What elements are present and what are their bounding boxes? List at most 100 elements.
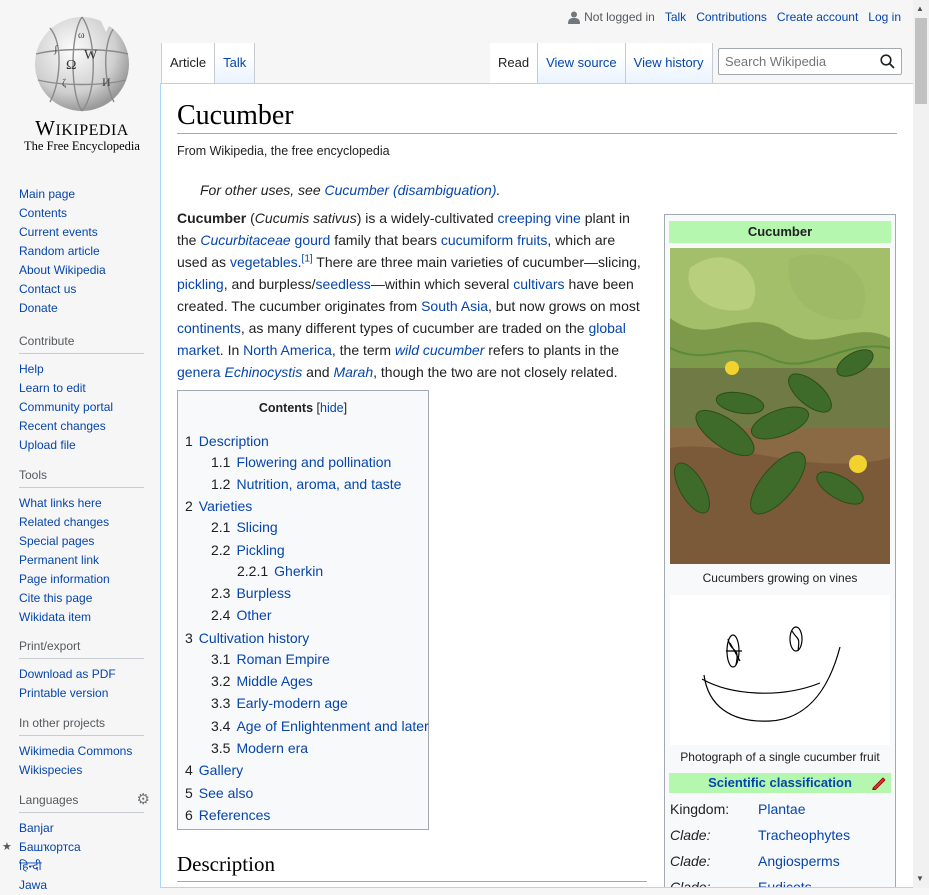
sidebar-item-permanent-link[interactable]: Permanent link <box>19 551 144 570</box>
toc-hide-toggle[interactable]: hide <box>320 401 344 415</box>
toc-item[interactable]: 1 Description <box>185 433 269 449</box>
toc-number: 6 <box>185 807 193 823</box>
toc-item[interactable]: 3.5 Modern era <box>211 740 308 756</box>
not-logged-in-text: Not logged in <box>584 10 655 24</box>
search-input[interactable] <box>719 49 881 74</box>
toc-number: 3.3 <box>211 695 231 711</box>
page-scrollbar[interactable] <box>913 0 929 888</box>
toc-item[interactable]: 2.4 Other <box>211 607 271 623</box>
toc-label: Early-modern age <box>236 695 348 711</box>
sidebar-item-page-information[interactable]: Page information <box>19 570 144 589</box>
sidebar-item-contact[interactable]: Contact us <box>19 280 144 299</box>
scrollbar-thumb[interactable] <box>915 18 927 104</box>
personal-tools: Not logged in Talk Contributions Create … <box>568 10 901 24</box>
logo-tagline: The Free Encyclopedia <box>24 139 140 153</box>
edit-pencil-icon[interactable] <box>871 776 887 790</box>
tab-read[interactable]: Read <box>490 43 539 83</box>
tab-view-history[interactable]: View history <box>625 43 713 83</box>
link-genera[interactable]: genera <box>177 364 221 380</box>
toc-item[interactable]: 2 Varieties <box>185 498 252 514</box>
sidebar-item-recent-changes[interactable]: Recent changes <box>19 417 144 436</box>
lang-item[interactable]: Banjar <box>19 819 144 838</box>
text: family that bears <box>330 232 441 248</box>
sidebar-item-commons[interactable]: Wikimedia Commons <box>19 742 144 761</box>
create-account-link[interactable]: Create account <box>777 10 858 24</box>
sidebar-item-learn-to-edit[interactable]: Learn to edit <box>19 379 144 398</box>
user-talk-link[interactable]: Talk <box>665 10 686 24</box>
link-seedless[interactable]: seedless <box>316 276 371 292</box>
link-gourd[interactable]: gourd <box>295 232 331 248</box>
toc-item[interactable]: 3.3 Early-modern age <box>211 695 348 711</box>
sidebar-item-contents[interactable]: Contents <box>19 204 144 223</box>
sidebar-item-current-events[interactable]: Current events <box>19 223 144 242</box>
link-echinocystis[interactable]: Echinocystis <box>224 364 302 380</box>
contributions-link[interactable]: Contributions <box>696 10 767 24</box>
tab-view-source[interactable]: View source <box>538 43 626 83</box>
link-cucurbitaceae[interactable]: Cucurbitaceae <box>200 232 290 248</box>
gear-icon[interactable]: ⚙ <box>137 790 150 808</box>
link-creeping-vine[interactable]: creeping vine <box>498 210 581 226</box>
toc-item[interactable]: 2.2.1 Gherkin <box>237 563 323 579</box>
text: and <box>302 364 334 380</box>
toc-item[interactable]: 1.1 Flowering and pollination <box>211 454 391 470</box>
link-marah[interactable]: Marah <box>333 364 373 380</box>
sidebar-item-cite[interactable]: Cite this page <box>19 589 144 608</box>
link-pickling[interactable]: pickling <box>177 276 224 292</box>
lang-item[interactable]: हिन्दी <box>19 857 144 876</box>
taxonomy-value-link[interactable]: Plantae <box>758 801 805 817</box>
reference-1[interactable]: [1] <box>302 253 313 264</box>
toc-item[interactable]: 2.3 Burpless <box>211 585 291 601</box>
lang-item[interactable]: Jawa <box>19 876 144 895</box>
link-continents[interactable]: continents <box>177 320 241 336</box>
sidebar-item-random-article[interactable]: Random article <box>19 242 144 261</box>
toc-item[interactable]: 3.4 Age of Enlightenment and later <box>211 718 429 734</box>
cucumber-vines-photo[interactable] <box>670 248 890 564</box>
sidebar-item-special-pages[interactable]: Special pages <box>19 532 144 551</box>
sidebar-item-about[interactable]: About Wikipedia <box>19 261 144 280</box>
scroll-up-arrow-icon[interactable]: ▲ <box>916 4 924 13</box>
toc-item[interactable]: 1.2 Nutrition, aroma, and taste <box>211 476 401 492</box>
toc-item[interactable]: 3.2 Middle Ages <box>211 673 313 689</box>
sidebar-tools: Tools What links here Related changes Sp… <box>19 468 144 627</box>
link-vegetables[interactable]: vegetables <box>230 254 298 270</box>
sidebar-item-upload-file[interactable]: Upload file <box>19 436 144 455</box>
toc-item[interactable]: 6 References <box>185 807 270 823</box>
tab-talk[interactable]: Talk <box>215 43 256 83</box>
lang-item[interactable]: ★ Башҡортса <box>2 838 144 857</box>
toc-item[interactable]: 3 Cultivation history <box>185 630 309 646</box>
sidebar-item-what-links-here[interactable]: What links here <box>19 494 144 513</box>
toc-item[interactable]: 4 Gallery <box>185 762 243 778</box>
binomial-name: Cucumis sativus <box>254 210 357 226</box>
link-cucumiform-fruits[interactable]: cucumiform fruits <box>441 232 548 248</box>
taxonomy-value-link[interactable]: Eudicots <box>758 879 812 887</box>
sidebar-item-download-pdf[interactable]: Download as PDF <box>19 665 144 684</box>
sidebar-item-wikispecies[interactable]: Wikispecies <box>19 761 144 780</box>
search-icon[interactable] <box>880 54 895 69</box>
scroll-down-arrow-icon[interactable]: ▼ <box>916 874 924 883</box>
sidebar-item-printable[interactable]: Printable version <box>19 684 144 703</box>
toc-item[interactable]: 2.2 Pickling <box>211 542 285 558</box>
link-cultivars[interactable]: cultivars <box>513 276 564 292</box>
toc-item[interactable]: 2.1 Slicing <box>211 519 278 535</box>
tab-article[interactable]: Article <box>161 43 216 83</box>
sidebar-item-help[interactable]: Help <box>19 360 144 379</box>
disambiguation-link[interactable]: Cucumber (disambiguation) <box>325 182 497 198</box>
sidebar-item-community-portal[interactable]: Community portal <box>19 398 144 417</box>
sidebar-item-related-changes[interactable]: Related changes <box>19 513 144 532</box>
link-south-asia[interactable]: South Asia <box>421 298 488 314</box>
sidebar-item-main-page[interactable]: Main page <box>19 185 144 204</box>
infobox-caption-1: Cucumbers growing on vines <box>702 571 858 585</box>
link-wild-cucumber[interactable]: wild cucumber <box>395 342 484 358</box>
taxonomy-value-link[interactable]: Angiosperms <box>758 853 840 869</box>
taxonomy-value-link[interactable]: Tracheophytes <box>758 827 850 843</box>
sidebar-item-wikidata[interactable]: Wikidata item <box>19 608 144 627</box>
sidebar-item-donate[interactable]: Donate <box>19 299 144 318</box>
toc-item[interactable]: 5 See also <box>185 785 253 801</box>
toc-label: Burpless <box>236 585 291 601</box>
login-link[interactable]: Log in <box>868 10 901 24</box>
link-north-america[interactable]: North America <box>243 342 332 358</box>
cucumber-drawing[interactable] <box>670 595 890 745</box>
toc-item[interactable]: 3.1 Roman Empire <box>211 651 330 667</box>
wikipedia-logo[interactable]: Ω W ʃ И ω ζ WIKIPEDIA The Free Encyclope… <box>16 12 146 162</box>
scientific-classification-header[interactable]: Scientific classification <box>669 773 891 793</box>
